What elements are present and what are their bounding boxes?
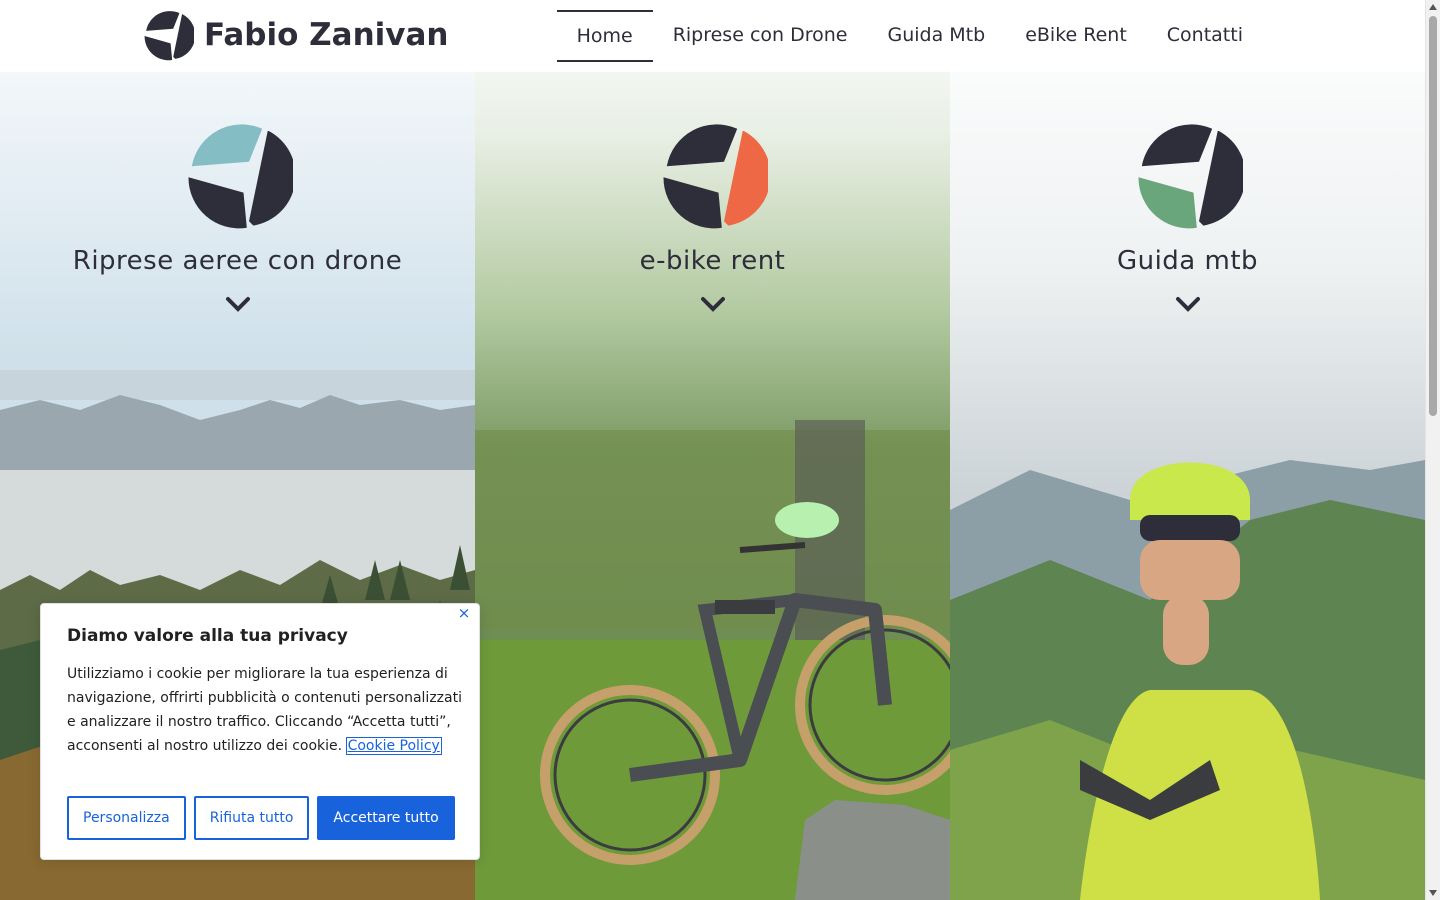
- brand-logo-icon: [144, 11, 194, 61]
- brand-name: Fabio Zanivan: [204, 17, 449, 53]
- nav-item-guida-mtb[interactable]: Guida Mtb: [867, 10, 1005, 62]
- close-icon[interactable]: ×: [457, 606, 471, 621]
- nav-item-contatti[interactable]: Contatti: [1147, 10, 1263, 62]
- section-title: Riprese aeree con drone: [72, 246, 403, 276]
- nav-item-home[interactable]: Home: [556, 10, 653, 62]
- brand-logo-icon: [662, 124, 768, 229]
- brand-logo-icon: [187, 124, 293, 229]
- chevron-down-icon[interactable]: [1174, 294, 1202, 314]
- chevron-down-icon[interactable]: [699, 294, 727, 314]
- accept-all-button[interactable]: Accettare tutto: [317, 796, 455, 840]
- main-nav: Home Riprese con Drone Guida Mtb eBike R…: [556, 10, 1263, 62]
- nav-item-ebike-rent[interactable]: eBike Rent: [1005, 10, 1147, 62]
- section-title: e-bike rent: [639, 246, 786, 276]
- scroll-down-icon[interactable]: [1429, 890, 1437, 896]
- brand-link[interactable]: Fabio Zanivan: [142, 9, 448, 61]
- chevron-down-icon[interactable]: [224, 294, 252, 314]
- cookie-policy-link[interactable]: Cookie Policy: [345, 737, 442, 755]
- section-ebike[interactable]: e-bike rent: [475, 0, 950, 900]
- page-scrollbar[interactable]: [1425, 0, 1440, 900]
- section-guide[interactable]: Guida mtb: [950, 0, 1425, 900]
- nav-item-drone[interactable]: Riprese con Drone: [653, 10, 868, 62]
- brand-logo-icon: [1137, 124, 1243, 229]
- cookie-buttons: Personalizza Rifiuta tutto Accettare tut…: [67, 796, 455, 840]
- cookie-consent-banner: × Diamo valore alla tua privacy Utilizzi…: [40, 603, 480, 860]
- scroll-up-icon[interactable]: [1429, 4, 1437, 10]
- scrollbar-thumb[interactable]: [1429, 16, 1437, 416]
- site-header: Fabio Zanivan Home Riprese con Drone Gui…: [0, 0, 1425, 72]
- cookie-title: Diamo valore alla tua privacy: [67, 626, 348, 646]
- section-title: Guida mtb: [1116, 246, 1259, 276]
- customize-button[interactable]: Personalizza: [67, 796, 186, 840]
- cookie-text: Utilizziamo i cookie per migliorare la t…: [67, 662, 462, 758]
- reject-all-button[interactable]: Rifiuta tutto: [193, 796, 310, 840]
